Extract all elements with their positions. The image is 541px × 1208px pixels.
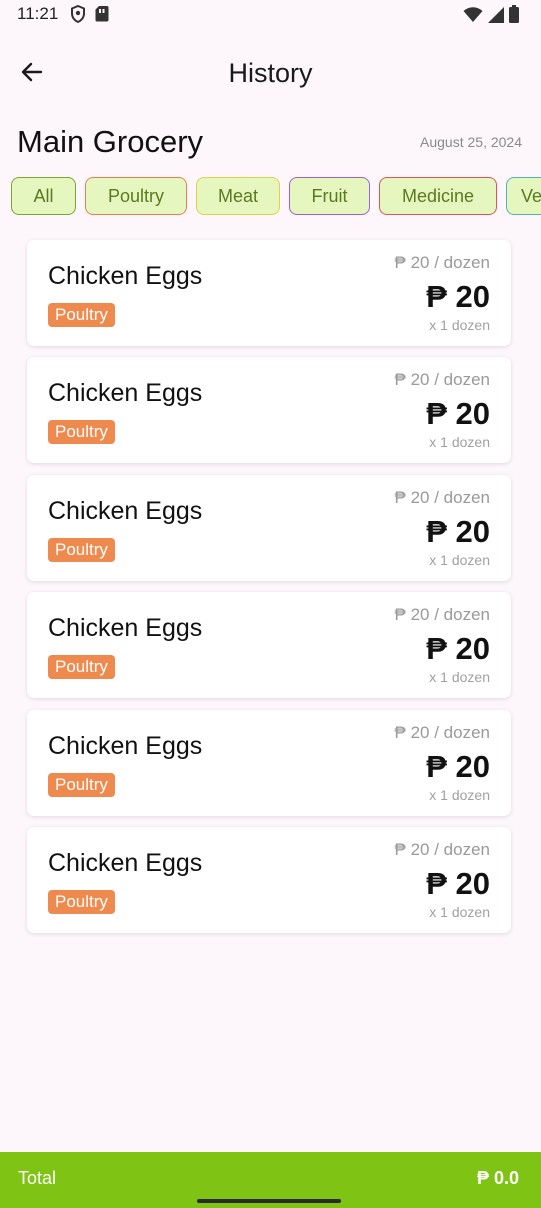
item-name: Chicken Eggs — [48, 379, 203, 408]
list-item[interactable]: Chicken Eggs Poultry ₱ 20 / dozen ₱ 20 x… — [27, 826, 511, 933]
list-item[interactable]: Chicken Eggs Poultry ₱ 20 / dozen ₱ 20 x… — [27, 357, 511, 464]
item-total: ₱ 20 — [426, 513, 490, 549]
item-total: ₱ 20 — [426, 631, 490, 667]
category-badge: Poultry — [48, 655, 115, 680]
wifi-icon — [463, 7, 483, 28]
item-total: ₱ 20 — [426, 865, 490, 901]
item-name: Chicken Eggs — [48, 496, 203, 525]
status-time: 11:21 — [17, 4, 59, 23]
list-item[interactable]: Chicken Eggs Poultry ₱ 20 / dozen ₱ 20 x… — [27, 240, 511, 346]
chip-all[interactable]: All — [11, 177, 76, 215]
page-title: History — [228, 58, 313, 88]
item-name: Chicken Eggs — [48, 262, 203, 290]
total-bar: Total ₱ 0.0 — [0, 1152, 541, 1208]
total-value: ₱ 0.0 — [476, 1168, 519, 1188]
item-total: ₱ 20 — [426, 279, 490, 314]
app-bar: History — [0, 44, 541, 100]
item-name: Chicken Eggs — [48, 848, 203, 877]
list-title: Main Grocery — [17, 124, 204, 159]
item-total: ₱ 20 — [426, 396, 490, 432]
item-name: Chicken Eggs — [48, 614, 203, 643]
category-chips: All Poultry Meat Fruit Medicine Ve — [11, 177, 541, 219]
status-left-icons — [70, 4, 109, 28]
list-item[interactable]: Chicken Eggs Poultry ₱ 20 / dozen ₱ 20 x… — [27, 474, 511, 581]
item-unit-price: ₱ 20 / dozen — [394, 605, 490, 625]
item-unit-price: ₱ 20 / dozen — [394, 722, 490, 742]
item-quantity: x 1 dozen — [429, 903, 490, 920]
shield-icon — [70, 4, 86, 28]
chip-medicine[interactable]: Medicine — [379, 177, 497, 215]
category-badge: Poultry — [48, 303, 115, 327]
item-quantity: x 1 dozen — [429, 434, 490, 451]
status-bar: 11:21 — [0, 0, 541, 30]
item-name: Chicken Eggs — [48, 731, 203, 760]
item-unit-price: ₱ 20 / dozen — [394, 370, 490, 390]
category-badge: Poultry — [48, 420, 115, 445]
sim-card-icon — [95, 5, 109, 28]
chip-vegetables[interactable]: Ve — [506, 177, 541, 215]
chip-fruit[interactable]: Fruit — [289, 177, 370, 215]
list-date: August 25, 2024 — [420, 134, 522, 150]
category-badge: Poultry — [48, 537, 115, 562]
item-quantity: x 1 dozen — [429, 551, 490, 568]
category-badge: Poultry — [48, 772, 115, 797]
list-item[interactable]: Chicken Eggs Poultry ₱ 20 / dozen ₱ 20 x… — [27, 592, 511, 699]
item-unit-price: ₱ 20 / dozen — [394, 253, 490, 272]
list-item[interactable]: Chicken Eggs Poultry ₱ 20 / dozen ₱ 20 x… — [27, 709, 511, 816]
item-unit-price: ₱ 20 / dozen — [394, 839, 490, 859]
battery-icon — [509, 5, 519, 28]
status-right-icons — [463, 5, 519, 28]
gesture-nav-handle[interactable] — [197, 1199, 341, 1203]
category-badge: Poultry — [48, 889, 115, 914]
item-list: Chicken Eggs Poultry ₱ 20 / dozen ₱ 20 x… — [27, 240, 511, 944]
chip-poultry[interactable]: Poultry — [85, 177, 187, 215]
chip-meat[interactable]: Meat — [196, 177, 280, 215]
item-total: ₱ 20 — [426, 748, 490, 784]
list-header: Main Grocery August 25, 2024 — [0, 120, 541, 164]
total-label: Total — [18, 1168, 57, 1188]
item-quantity: x 1 dozen — [429, 317, 490, 333]
signal-icon — [488, 7, 504, 28]
item-unit-price: ₱ 20 / dozen — [394, 487, 490, 507]
item-quantity: x 1 dozen — [429, 669, 490, 686]
item-quantity: x 1 dozen — [429, 786, 490, 803]
